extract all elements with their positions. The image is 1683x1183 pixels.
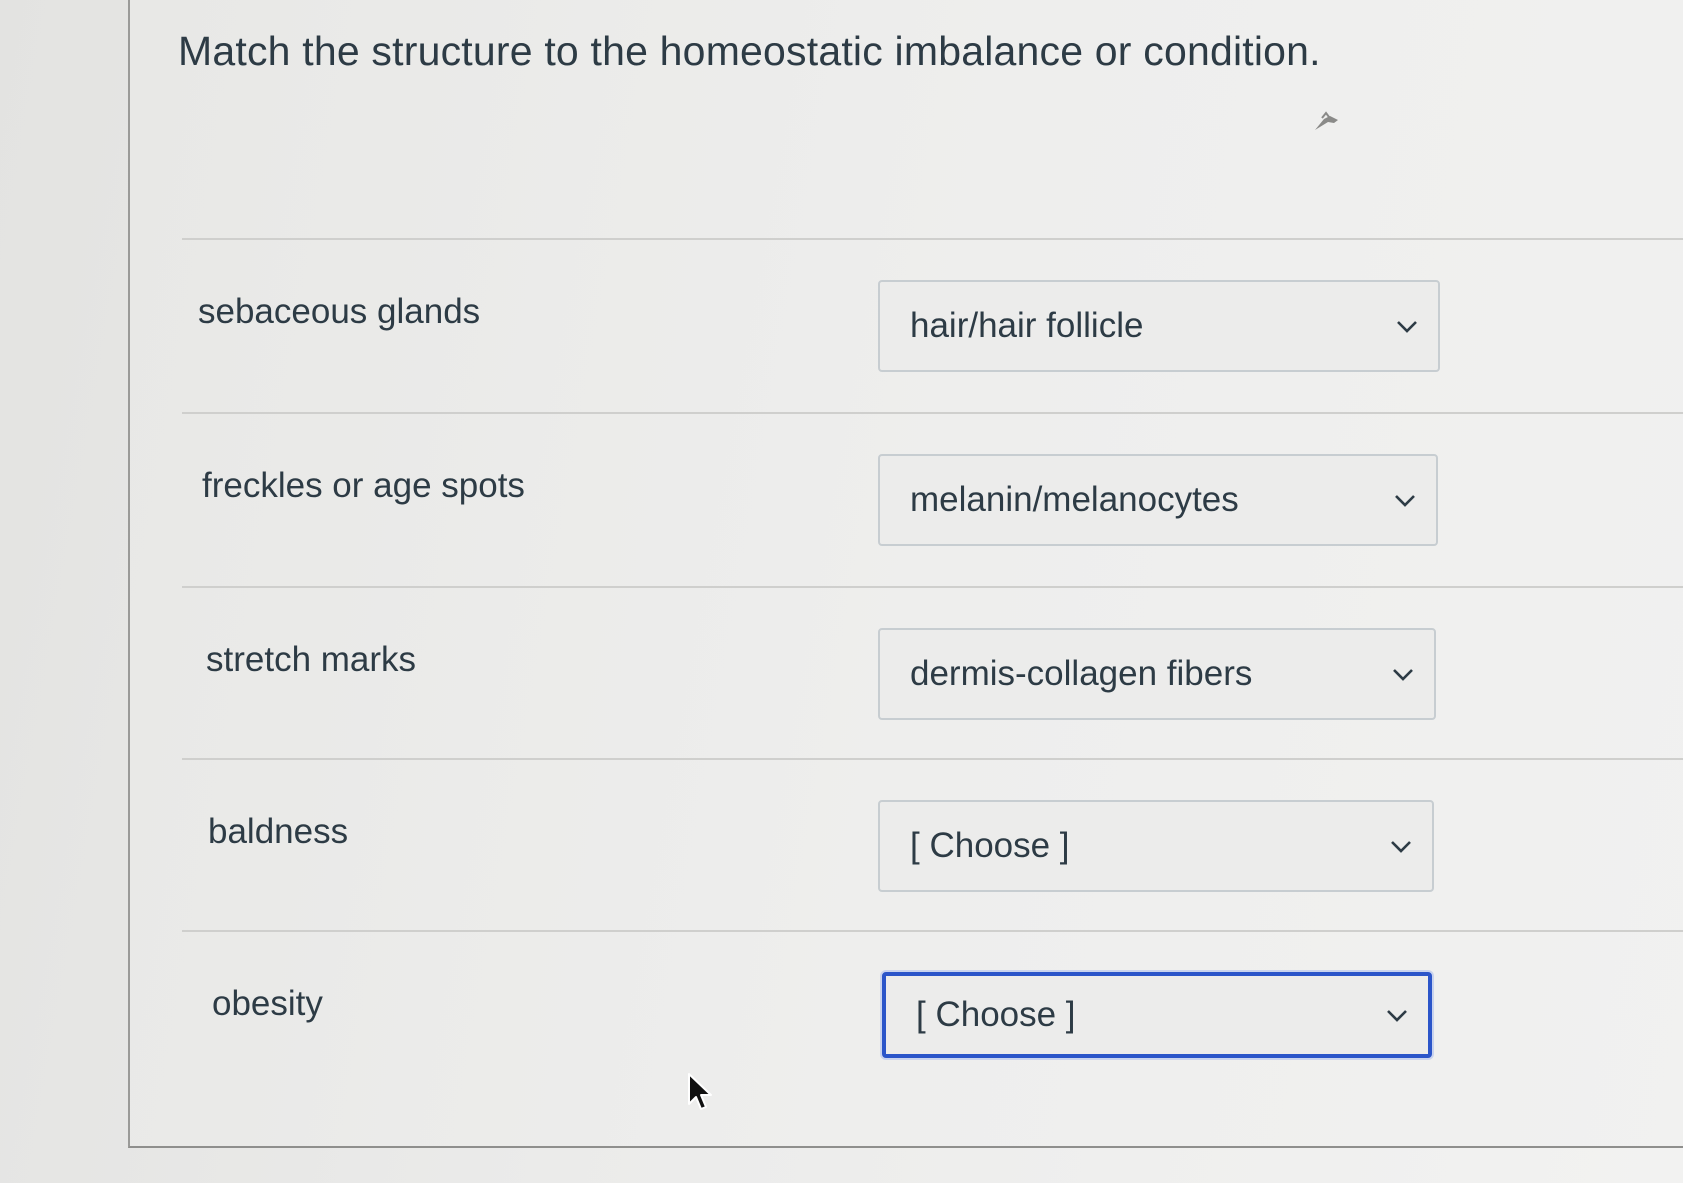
match-row: obesity [ Choose ] <box>182 930 1683 1104</box>
match-row-label: freckles or age spots <box>202 466 525 505</box>
dropdown-selected-value: hair/hair follicle <box>910 306 1144 345</box>
dropdown-selected-value: melanin/melanocytes <box>910 480 1239 519</box>
match-row-label: stretch marks <box>206 640 417 679</box>
dropdown-selected-value: [ Choose ] <box>916 995 1076 1034</box>
chevron-down-icon[interactable] <box>1392 487 1418 513</box>
mouse-cursor-icon <box>688 1073 712 1110</box>
match-row: sebaceous glands hair/hair follicle <box>182 238 1683 412</box>
match-row-label: baldness <box>208 812 349 851</box>
pin-icon <box>1315 111 1338 130</box>
answer-dropdown[interactable]: [ Choose ] <box>882 972 1432 1058</box>
match-row: freckles or age spots melanin/melanocytes <box>182 412 1683 586</box>
match-row: baldness [ Choose ] <box>182 758 1683 932</box>
answer-dropdown[interactable]: dermis-collagen fibers <box>878 628 1436 720</box>
match-row: stretch marks dermis-collagen fibers <box>182 586 1683 760</box>
dropdown-selected-value: dermis-collagen fibers <box>910 654 1253 693</box>
answer-dropdown[interactable]: hair/hair follicle <box>878 280 1440 372</box>
question-prompt: Match the structure to the homeostatic i… <box>178 28 1321 74</box>
chevron-down-icon[interactable] <box>1390 661 1416 687</box>
chevron-down-icon[interactable] <box>1394 313 1420 339</box>
chevron-down-icon[interactable] <box>1388 833 1414 859</box>
match-row-label: obesity <box>212 984 323 1023</box>
answer-dropdown[interactable]: [ Choose ] <box>878 800 1434 892</box>
answer-dropdown[interactable]: melanin/melanocytes <box>878 454 1438 546</box>
match-row-label: sebaceous glands <box>198 292 481 331</box>
screenshot: Match the structure to the homeostatic i… <box>0 0 1683 1183</box>
dropdown-selected-value: [ Choose ] <box>910 826 1070 865</box>
chevron-down-icon[interactable] <box>1384 1002 1410 1028</box>
